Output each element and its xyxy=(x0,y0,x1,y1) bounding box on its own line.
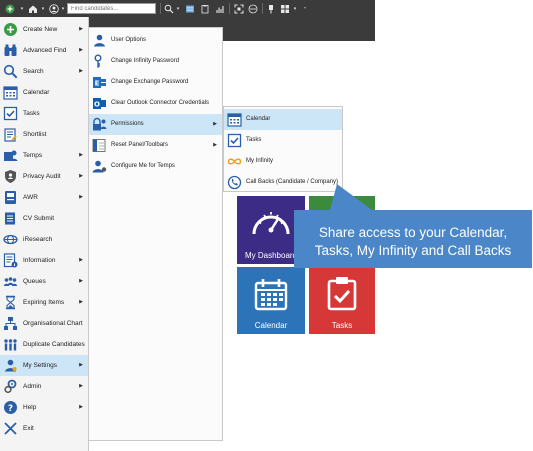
callout-line-2: Tasks, My Infinity and Call Backs xyxy=(314,243,512,258)
callout-text: Share access to your Calendar, Tasks, My… xyxy=(294,224,532,260)
callout-line-1: Share access to your Calendar, xyxy=(318,225,508,240)
